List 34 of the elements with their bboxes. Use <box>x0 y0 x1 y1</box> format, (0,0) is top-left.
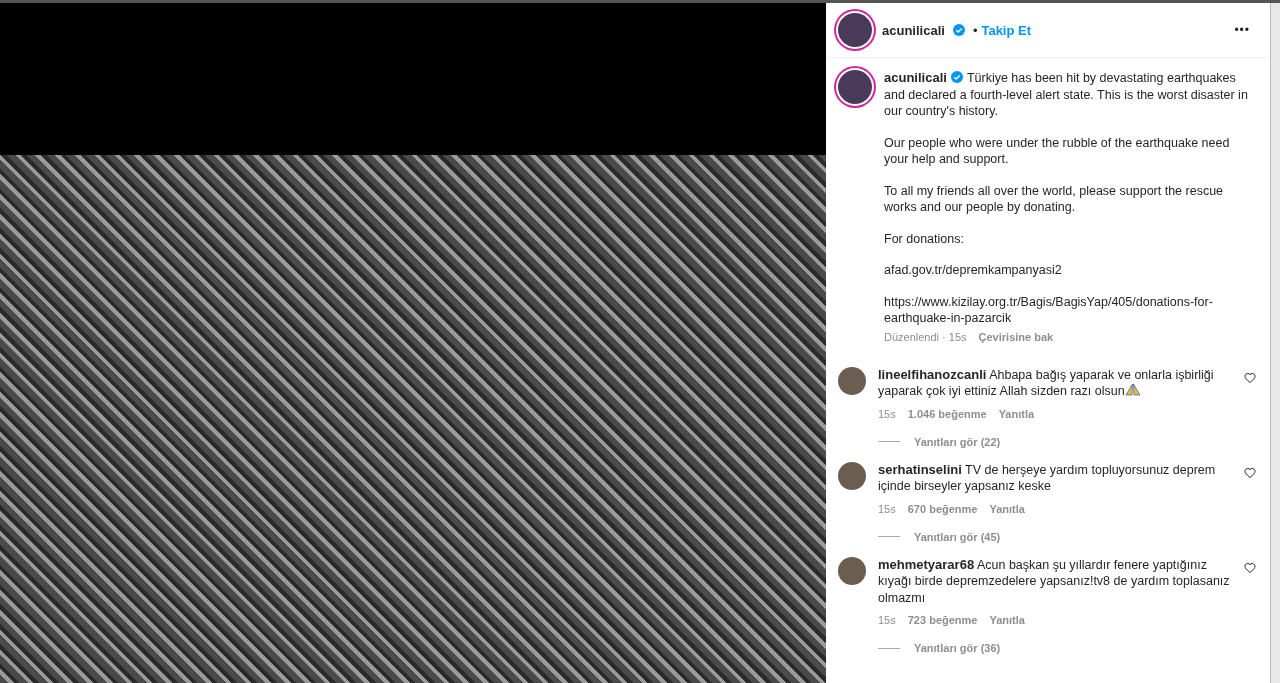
caption-paragraph: https://www.kizilay.org.tr/Bagis/BagisYap/405/donations-for-earthquake-in-pazarcik <box>884 293 1214 327</box>
caption-paragraph: To all my friends all over the world, please support the rescue works and our people by donating. <box>884 182 1225 216</box>
translate-link[interactable]: Çevirisine bak <box>978 330 1054 343</box>
like-count[interactable]: 1.046 beğenme <box>907 407 987 420</box>
comment-time: 15s <box>878 502 896 515</box>
caption-paragraph: afad.gov.tr/depremkampanyasi2 <box>884 262 1063 279</box>
like-count[interactable]: 670 beğenme <box>907 502 978 515</box>
comment-time: 15s <box>878 614 896 626</box>
username[interactable]: serhatinselini <box>878 461 962 477</box>
view-replies-button[interactable]: Yanıtları gör (45) <box>878 530 1232 543</box>
like-count[interactable]: 723 beğenme <box>907 614 978 626</box>
follow-link[interactable]: Takip Et <box>981 22 1032 38</box>
comment-text: mehmetyarar68 Acun başkan şu yıllardır fenere yaptığınız kıyağı birde depremzedelere yapsanız!tv8 de yardım toplasanız olmazmı <box>878 556 1231 606</box>
caption-paragraph: For donations: <box>884 230 965 247</box>
comment-time: 15s <box>878 407 896 420</box>
comment-text: serhatinselini TV de herşeye yardım topluyorsunuz deprem içinde birseyler yapsanız keske <box>878 461 1217 495</box>
caption-text: acunilicali Türkiye has been hit by devastating earthquakes and declared a fourth-level alert state. This is the worst disaster in our country's history. <box>884 70 1249 120</box>
view-replies-button[interactable]: Yanıtları gör (36) <box>878 642 1232 654</box>
separator-dot: • <box>972 22 978 38</box>
comment-text: lineelfihanozcanli Ahbapa bağış yaparak ve onlarla işbirliği yaparak çok iyi ettiniz Allah sizden razı olsun <box>878 366 1215 400</box>
username[interactable]: acunilicali <box>884 70 947 85</box>
avatar[interactable] <box>838 366 866 395</box>
reply-link[interactable]: Yanıtla <box>989 614 1025 626</box>
username[interactable]: lineelfihanozcanli <box>878 366 987 382</box>
username[interactable]: mehmetyarar68 <box>878 556 975 572</box>
reply-link[interactable]: Yanıtla <box>998 407 1035 420</box>
username[interactable]: acunilicali <box>882 22 945 38</box>
avatar[interactable] <box>838 556 866 585</box>
view-replies-button[interactable]: Yanıtları gör (22) <box>878 435 1232 448</box>
caption-paragraph: Our people who were under the rubble of the earthquake need your help and support. <box>884 134 1231 168</box>
reply-link[interactable]: Yanıtla <box>989 502 1025 515</box>
edited-time: Düzenlendi · 15s <box>884 330 967 343</box>
avatar[interactable] <box>838 461 866 490</box>
more-button[interactable]: ••• <box>1228 22 1256 38</box>
